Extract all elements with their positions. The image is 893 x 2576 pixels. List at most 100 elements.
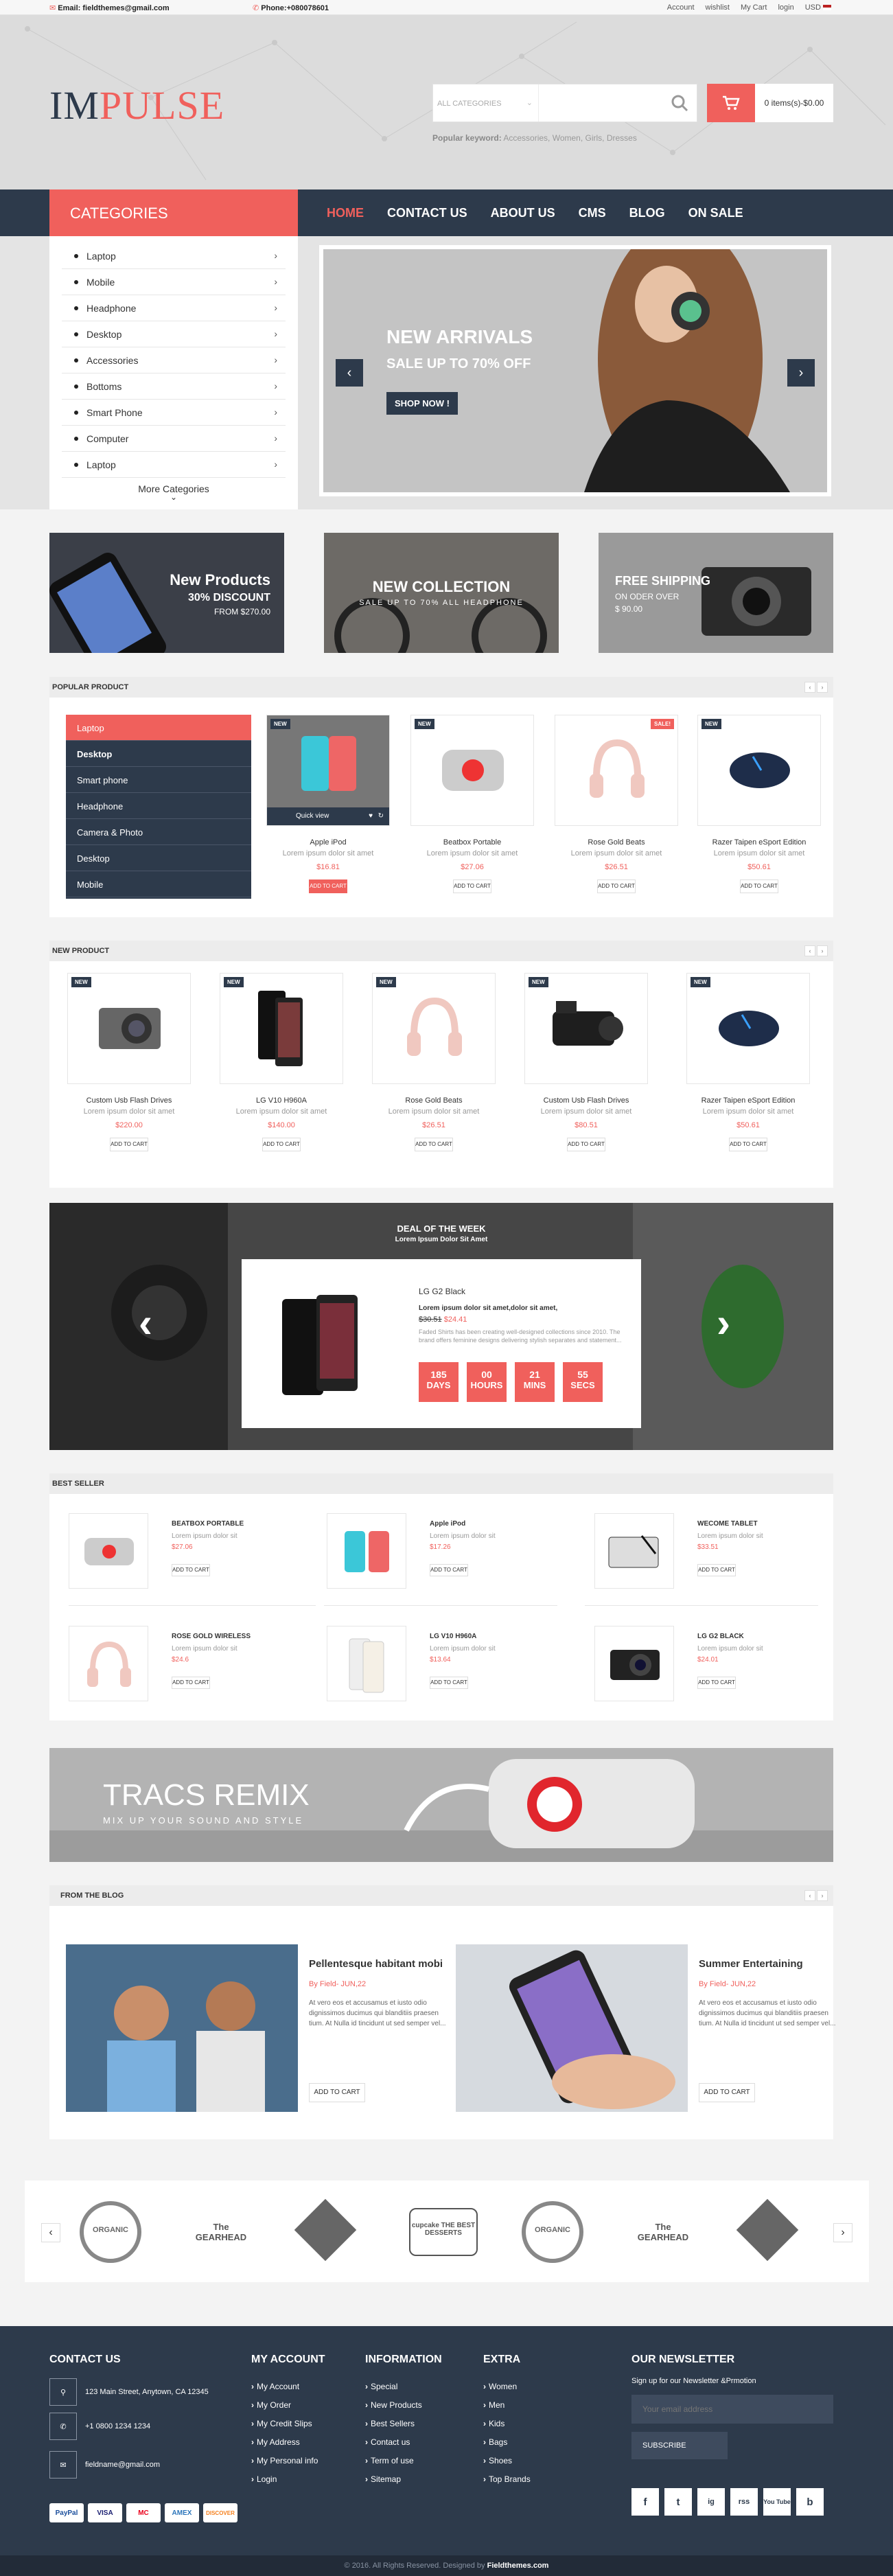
shop-now-button[interactable]: SHOP NOW ! (386, 392, 458, 415)
add-to-cart-button[interactable]: ADD TO CART (430, 1677, 468, 1689)
more-categories[interactable]: More Categories ⌄ (49, 478, 298, 501)
product-card[interactable]: NEW Custom Usb Flash Drives Lorem ipsum … (67, 973, 191, 1175)
add-to-cart-button[interactable]: ADD TO CART (415, 1138, 453, 1151)
category-select[interactable]: ALL CATEGORIES ⌄ (433, 84, 539, 122)
category-item[interactable]: Mobile › (62, 269, 286, 295)
product-card[interactable]: NEW Rose Gold Beats Lorem ipsum dolor si… (372, 973, 496, 1175)
bestseller-item[interactable]: ROSE GOLD WIRELESS Lorem ipsum dolor sit $… (69, 1626, 302, 1708)
add-to-cart-button[interactable]: ADD TO CART (740, 879, 778, 893)
add-to-cart-button[interactable]: ADD TO CART (262, 1138, 301, 1151)
brand-prev-button[interactable]: ‹ (41, 2223, 60, 2242)
add-to-cart-button[interactable]: ADD TO CART (309, 879, 347, 893)
product-card[interactable]: NEW Razer Taipen eSport Edition Lorem ip… (697, 715, 821, 917)
add-to-cart-button[interactable]: ADD TO CART (172, 1677, 210, 1689)
menu-contact-us[interactable]: CONTACT US (387, 206, 467, 220)
blog-image[interactable] (66, 1944, 298, 2112)
menu-blog[interactable]: BLOG (629, 206, 665, 220)
search-input[interactable] (539, 84, 662, 122)
category-item[interactable]: Headphone › (62, 295, 286, 321)
search-button[interactable] (662, 84, 697, 122)
product-name[interactable]: Razer Taipen eSport Edition (686, 1096, 810, 1105)
wishlist-link[interactable]: wishlist (706, 3, 730, 12)
heart-icon[interactable]: ♥ (369, 807, 373, 825)
deal-prev-arrow-icon[interactable]: ‹ (139, 1299, 152, 1346)
product-name[interactable]: Rose Gold Beats (555, 838, 678, 847)
add-to-cart-button[interactable]: ADD TO CART (172, 1564, 210, 1576)
product-name[interactable]: Beatbox Portable (410, 838, 534, 847)
product-name[interactable]: Rose Gold Beats (372, 1096, 496, 1105)
product-card[interactable]: NEW LG V10 H960A Lorem ipsum dolor sit a… (220, 973, 343, 1175)
popular-tab[interactable]: Mobile (66, 871, 251, 897)
brand-logo[interactable]: The GEARHEAD (629, 2201, 697, 2263)
blog-title[interactable]: Summer Entertaining (699, 1958, 803, 1970)
menu-on-sale[interactable]: ON SALE (688, 206, 743, 220)
logo[interactable]: IMPULSE (49, 82, 224, 128)
brand-logo[interactable]: cupcake THE BEST DESSERTS (409, 2208, 478, 2256)
product-card[interactable]: NEW Custom Usb Flash Drives Lorem ipsum … (524, 973, 648, 1175)
prev-arrow-icon[interactable]: ‹ (804, 682, 815, 693)
add-to-cart-button[interactable]: ADD TO CART (430, 1564, 468, 1576)
category-item[interactable]: Accessories › (62, 347, 286, 373)
menu-cms[interactable]: CMS (579, 206, 606, 220)
refresh-icon[interactable]: ↻ (378, 807, 384, 825)
banner-new-products[interactable]: New Products 30% DISCOUNT FROM $270.00 (49, 533, 284, 653)
add-to-cart-button[interactable]: ADD TO CART (597, 879, 636, 893)
bestseller-item[interactable]: LG V10 H960A Lorem ipsum dolor sit $13.64 A… (327, 1626, 560, 1708)
subscribe-button[interactable]: SUBSCRIBE (631, 2432, 728, 2459)
product-name[interactable]: Custom Usb Flash Drives (67, 1096, 191, 1105)
brand-logo[interactable]: The GEARHEAD (187, 2201, 255, 2263)
popular-tab[interactable]: Desktop (66, 741, 251, 767)
slider-next-button[interactable]: › (787, 359, 815, 387)
add-to-cart-button[interactable]: ADD TO CART (110, 1138, 148, 1151)
category-item[interactable]: Smart Phone › (62, 400, 286, 426)
menu-home[interactable]: HOME (327, 206, 364, 220)
youtube-icon[interactable]: You Tube (763, 2488, 791, 2516)
brand-logo[interactable] (736, 2198, 799, 2262)
banner-free-shipping[interactable]: FREE SHIPPING ON ODER OVER $ 90.00 (599, 533, 833, 653)
prev-arrow-icon[interactable]: ‹ (804, 1890, 815, 1901)
newsletter-email-input[interactable] (631, 2395, 833, 2424)
category-item[interactable]: Laptop › (62, 452, 286, 478)
add-to-cart-button[interactable]: ADD TO CART (697, 1677, 736, 1689)
add-to-cart-button[interactable]: ADD TO CART (729, 1138, 767, 1151)
popular-tab[interactable]: Smart phone (66, 767, 251, 793)
product-name[interactable]: LG V10 H960A (220, 1096, 343, 1105)
quick-view-bar[interactable]: Quick view ♥ ↻ (267, 807, 389, 825)
brand-next-button[interactable]: › (833, 2223, 853, 2242)
next-arrow-icon[interactable]: › (817, 945, 828, 956)
account-link[interactable]: Account (667, 3, 695, 12)
blog-button[interactable]: ADD TO CART (309, 2083, 365, 2102)
cart-summary[interactable]: 0 items(s)-$0.00 (755, 84, 833, 122)
blogger-icon[interactable]: b (796, 2488, 824, 2516)
brand-logo[interactable]: ORGANIC (522, 2201, 583, 2263)
bestseller-item[interactable]: Apple iPod Lorem ipsum dolor sit $17.26 ADD… (327, 1513, 560, 1596)
product-card[interactable]: Quick view ♥ ↻ NEW Apple iPod Lorem ipsum … (266, 715, 390, 917)
brand-logo[interactable] (294, 2198, 357, 2262)
next-arrow-icon[interactable]: › (817, 1890, 828, 1901)
facebook-icon[interactable]: f (631, 2488, 659, 2516)
next-arrow-icon[interactable]: › (817, 682, 828, 693)
categories-header[interactable]: CATEGORIES (49, 189, 298, 236)
menu-about-us[interactable]: ABOUT US (491, 206, 555, 220)
category-item[interactable]: Desktop › (62, 321, 286, 347)
product-card[interactable]: NEW Razer Taipen eSport Edition Lorem ip… (686, 973, 810, 1175)
add-to-cart-button[interactable]: ADD TO CART (567, 1138, 605, 1151)
currency-select[interactable]: USD (805, 3, 831, 12)
tracs-remix-banner[interactable]: TRACS REMIX MIX UP YOUR SOUND AND STYLE (49, 1748, 833, 1862)
product-name[interactable]: Razer Taipen eSport Edition (697, 838, 821, 847)
product-card[interactable]: NEW Beatbox Portable Lorem ipsum dolor s… (410, 715, 534, 917)
category-item[interactable]: Bottoms › (62, 373, 286, 400)
popular-tab[interactable]: Headphone (66, 793, 251, 819)
category-item[interactable]: Computer › (62, 426, 286, 452)
deal-next-arrow-icon[interactable]: › (717, 1299, 730, 1346)
add-to-cart-button[interactable]: ADD TO CART (697, 1564, 736, 1576)
prev-arrow-icon[interactable]: ‹ (804, 945, 815, 956)
bestseller-item[interactable]: BEATBOX PORTABLE Lorem ipsum dolor sit $27… (69, 1513, 302, 1596)
blog-title[interactable]: Pellentesque habitant mobi (309, 1958, 443, 1970)
blog-button[interactable]: ADD TO CART (699, 2083, 755, 2102)
product-name[interactable]: Apple iPod (266, 838, 390, 847)
popular-tab[interactable]: Desktop (66, 845, 251, 871)
slider-prev-button[interactable]: ‹ (336, 359, 363, 387)
twitter-icon[interactable]: t (664, 2488, 692, 2516)
rss-icon[interactable]: rss (730, 2488, 758, 2516)
